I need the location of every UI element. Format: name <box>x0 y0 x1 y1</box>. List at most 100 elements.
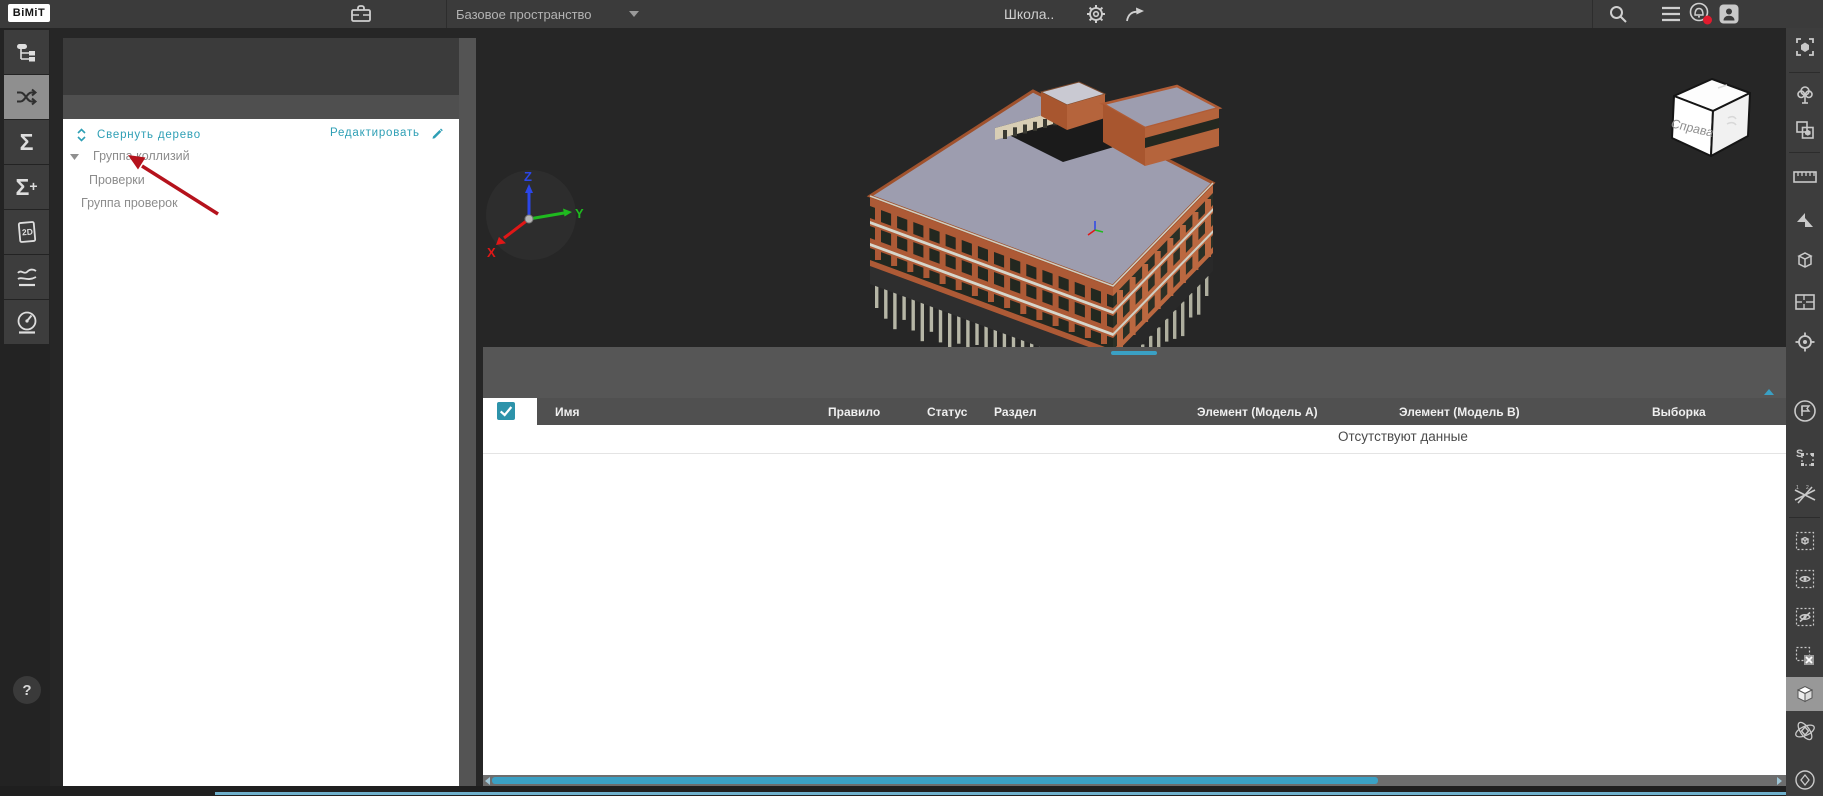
floor-plan-button[interactable] <box>1786 285 1823 319</box>
projects-button[interactable] <box>347 2 375 26</box>
building-model[interactable] <box>845 58 1265 348</box>
fit-view-button[interactable] <box>1786 30 1823 64</box>
isolate-button[interactable] <box>1786 524 1823 558</box>
notifications-button[interactable] <box>1687 2 1715 26</box>
select-similar-icon <box>1794 119 1816 141</box>
search-button[interactable] <box>1605 2 1631 26</box>
cube-icon <box>1793 682 1817 706</box>
tree-icon <box>1794 84 1816 106</box>
isolate-cube-icon <box>1794 530 1816 552</box>
select-similar-button[interactable] <box>1786 113 1823 147</box>
new-calculation-button[interactable]: Σ+ <box>4 165 49 209</box>
shuffle-icon <box>15 86 39 108</box>
select-all-checkbox[interactable] <box>497 402 515 420</box>
selection-set-button[interactable]: S <box>1786 440 1823 474</box>
panel-drag-handle[interactable] <box>1111 351 1157 355</box>
share-button[interactable] <box>1122 3 1148 25</box>
section-plane-button[interactable] <box>1786 203 1823 237</box>
gear-icon <box>1086 4 1106 24</box>
column-header-section[interactable]: Раздел <box>994 405 1037 419</box>
section-box-icon <box>1794 249 1816 271</box>
clear-selection-button[interactable] <box>1786 639 1823 673</box>
eye-icon <box>1794 568 1816 590</box>
topbar-divider <box>446 0 447 28</box>
svg-text:2D: 2D <box>21 226 33 237</box>
selection-set-icon: S <box>1794 446 1816 468</box>
help-button[interactable]: ? <box>13 676 41 704</box>
collapse-expand-icon <box>76 128 87 142</box>
eye-off-icon <box>1794 606 1816 628</box>
clear-selection-icon <box>1794 645 1816 667</box>
column-header-rule[interactable]: Правило <box>828 405 880 419</box>
clash-lines-icon: 12 <box>1793 484 1817 506</box>
environment-button[interactable] <box>1786 78 1823 112</box>
user-account-button[interactable] <box>1719 4 1739 24</box>
horizontal-scrollbar-thumb[interactable] <box>492 777 1378 784</box>
panel-resize-gutter[interactable] <box>459 38 476 786</box>
empty-data-message: Отсутствуют данные <box>1338 429 1468 444</box>
edit-link[interactable]: Редактировать <box>330 127 420 139</box>
measure-button[interactable] <box>1786 160 1823 194</box>
briefcase-icon <box>349 3 373 25</box>
hide-button[interactable] <box>1786 600 1823 634</box>
charts-button[interactable] <box>4 255 49 299</box>
target-icon <box>1794 331 1816 353</box>
locate-button[interactable] <box>1786 325 1823 359</box>
calculations-button[interactable]: Σ <box>4 120 49 164</box>
bottom-scroll-line <box>215 792 1823 795</box>
section-box-button[interactable] <box>1786 243 1823 277</box>
app-logo: BiMiT <box>8 4 50 22</box>
top-bar: BiMiT Базовое пространство Школа.. <box>0 0 1823 28</box>
menu-list-button[interactable] <box>1658 4 1684 24</box>
user-icon <box>1719 4 1739 24</box>
model-tree-button[interactable] <box>4 30 49 74</box>
svg-text:1: 1 <box>1796 485 1799 491</box>
pencil-icon[interactable] <box>431 126 444 139</box>
solid-view-button[interactable] <box>1786 677 1823 711</box>
clash-detection-button[interactable] <box>4 75 49 119</box>
scroll-left-arrow[interactable] <box>485 777 490 785</box>
app-root: BiMiT Базовое пространство Школа.. <box>0 0 1823 796</box>
annotation-arrow <box>118 150 233 225</box>
markers-button[interactable] <box>1786 394 1823 428</box>
turntable-button[interactable] <box>1786 763 1823 796</box>
check-icon <box>498 403 514 419</box>
waves-chart-icon <box>16 266 38 288</box>
orbit-button[interactable] <box>1786 714 1823 748</box>
expand-caret-icon[interactable] <box>70 154 79 160</box>
section-plane-icon <box>1794 209 1816 231</box>
show-button[interactable] <box>1786 562 1823 596</box>
collapse-tree-link[interactable]: Свернуть дерево <box>97 129 201 141</box>
topbar-divider <box>1592 0 1593 28</box>
drawings-2d-button[interactable]: 2D <box>4 210 49 254</box>
toolbar-divider <box>1789 152 1820 153</box>
column-header-status[interactable]: Статус <box>927 405 967 419</box>
chevron-down-icon <box>628 10 640 18</box>
dashboard-button[interactable] <box>4 300 49 344</box>
toolbar-divider <box>1789 517 1820 518</box>
bottom-strip <box>0 786 1823 796</box>
sigma-plus-icon: Σ+ <box>16 176 38 199</box>
floor-plan-icon <box>1794 292 1816 312</box>
table-body <box>483 425 1786 775</box>
project-settings-button[interactable] <box>1084 3 1108 25</box>
workspace-caret[interactable] <box>628 10 640 18</box>
z-axis-label: Z <box>524 169 532 184</box>
column-header-element-a[interactable]: Элемент (Модель A) <box>1197 405 1318 419</box>
bell-notification-icon <box>1688 2 1714 26</box>
ruler-icon <box>1793 169 1817 185</box>
workspace-selector-label[interactable]: Базовое пространство <box>456 7 592 22</box>
scroll-up-indicator[interactable] <box>1764 389 1774 395</box>
project-title: Школа.. <box>1004 6 1054 22</box>
navigation-cube[interactable]: Справа <box>1658 68 1764 168</box>
column-header-element-b[interactable]: Элемент (Модель B) <box>1399 405 1520 419</box>
scroll-right-arrow[interactable] <box>1777 777 1782 785</box>
toolbar-divider <box>1789 72 1820 73</box>
rule-tree-selector[interactable]: Дерево правил <box>63 95 459 119</box>
column-header-selection[interactable]: Выборка <box>1652 405 1706 419</box>
notification-dot <box>1703 16 1712 25</box>
column-header-name[interactable]: Имя <box>555 405 580 419</box>
axis-gizmo[interactable]: Z Y X <box>484 168 584 262</box>
clash-points-button[interactable]: 12 <box>1786 478 1823 512</box>
y-axis-label: Y <box>575 206 584 221</box>
